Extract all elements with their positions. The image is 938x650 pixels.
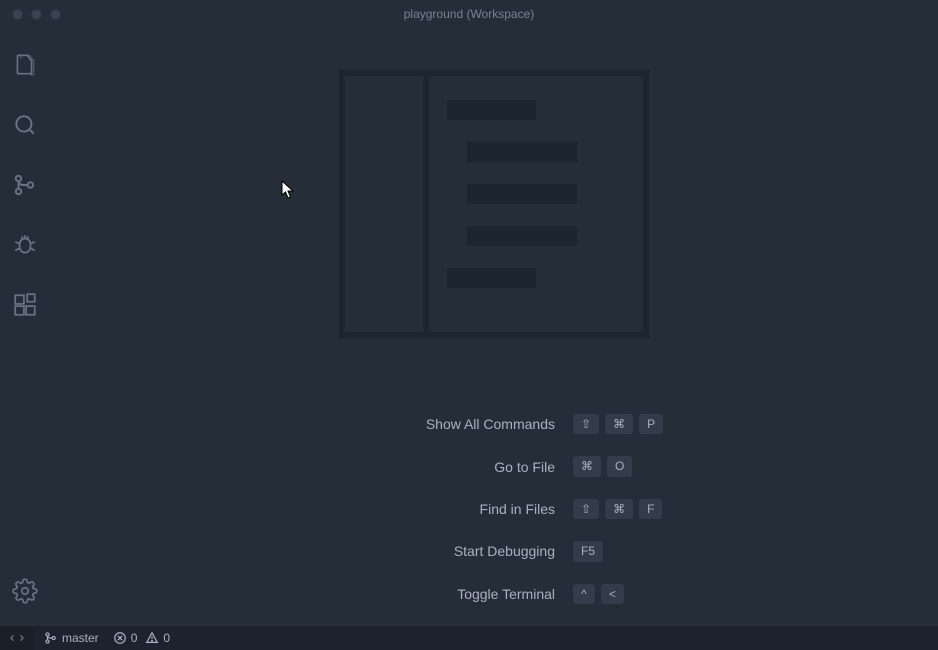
settings-gear-icon[interactable] — [0, 566, 50, 616]
shortcut-keys: ⌘ O — [573, 456, 673, 476]
key: ^ — [573, 584, 595, 604]
window-title: playground (Workspace) — [404, 7, 535, 21]
remote-indicator[interactable] — [0, 626, 34, 650]
branch-name: master — [62, 631, 99, 645]
titlebar: playground (Workspace) — [0, 0, 938, 28]
key: ⌘ — [605, 414, 633, 434]
error-count: 0 — [131, 631, 138, 645]
search-icon[interactable] — [0, 100, 50, 150]
traffic-lights — [0, 9, 61, 20]
shortcut-label: Toggle Terminal — [315, 586, 555, 602]
source-control-icon[interactable] — [0, 160, 50, 210]
shortcut-keys: ⇧ ⌘ P — [573, 414, 673, 434]
close-window-icon[interactable] — [12, 9, 23, 20]
shortcut-label: Find in Files — [315, 501, 555, 517]
problems-errors[interactable]: 0 0 — [113, 631, 170, 645]
shortcut-keys: ⇧ ⌘ F — [573, 499, 673, 519]
key: O — [607, 456, 632, 476]
minimize-window-icon[interactable] — [31, 9, 42, 20]
key: F5 — [573, 541, 603, 561]
extensions-icon[interactable] — [0, 280, 50, 330]
key: ⌘ — [605, 499, 633, 519]
key: F — [639, 499, 662, 519]
shortcut-find-in-files: Find in Files ⇧ ⌘ F — [315, 499, 673, 519]
key: < — [601, 584, 624, 604]
debug-icon[interactable] — [0, 220, 50, 270]
maximize-window-icon[interactable] — [50, 9, 61, 20]
shortcut-keys: F5 — [573, 541, 673, 561]
main-area: Show All Commands ⇧ ⌘ P Go to File ⌘ O F… — [0, 28, 938, 626]
shortcut-keys: ^ < — [573, 584, 673, 604]
git-branch[interactable]: master — [44, 631, 99, 645]
shortcut-list: Show All Commands ⇧ ⌘ P Go to File ⌘ O F… — [315, 414, 673, 604]
shortcut-show-all-commands: Show All Commands ⇧ ⌘ P — [315, 414, 673, 434]
activity-bar — [0, 28, 50, 626]
key: ⇧ — [573, 414, 599, 434]
key: ⇧ — [573, 499, 599, 519]
shortcut-go-to-file: Go to File ⌘ O — [315, 456, 673, 476]
shortcut-start-debugging: Start Debugging F5 — [315, 541, 673, 561]
shortcut-label: Go to File — [315, 459, 555, 475]
shortcut-label: Show All Commands — [315, 416, 555, 432]
shortcut-label: Start Debugging — [315, 543, 555, 559]
key: ⌘ — [573, 456, 601, 476]
shortcut-toggle-terminal: Toggle Terminal ^ < — [315, 584, 673, 604]
explorer-icon[interactable] — [0, 40, 50, 90]
statusbar: master 0 0 — [0, 626, 938, 650]
warning-count: 0 — [163, 631, 170, 645]
editor-watermark-icon — [339, 70, 649, 338]
key: P — [639, 414, 663, 434]
editor-welcome: Show All Commands ⇧ ⌘ P Go to File ⌘ O F… — [50, 28, 938, 626]
